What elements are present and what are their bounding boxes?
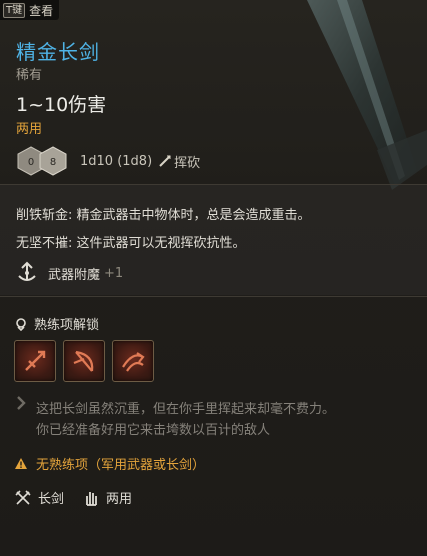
slash-action-icon[interactable] [14,340,56,382]
slashing-icon [159,155,171,167]
mastery-icon [16,317,26,331]
enchantment-label: 武器附魔 [48,267,101,283]
weapon-enchantment: 武器附魔 +1 [14,260,123,286]
hand-icon [86,491,97,506]
damage-roll-row: 0 8 1d10 (1d8) 挥砍 [16,146,200,176]
inspect-label: 查看 [29,3,54,18]
item-damage: 1~10伤害 [16,94,107,116]
dice-right-face: 8 [50,157,56,168]
quote-icon [17,396,26,410]
damage-type: 挥砍 [174,155,201,171]
item-handedness: 两用 [16,122,43,137]
enchantment-count: +1 [104,265,124,281]
proficiency-warning: 无熟练项（军用武器或长剑） [14,454,205,473]
item-rarity: 稀有 [16,68,43,83]
longsword-icon [15,489,31,505]
inspect-hint[interactable]: T键 查看 [0,0,60,20]
mastery-label: 熟练项解锁 [34,318,100,333]
warning-icon [15,458,27,469]
flavor-text: 这把长剑虽然沉重，但在你手里挥起来却毫不费力。 你已经准备好用它来击垮数以百计的… [36,399,416,441]
weapon-type: 长剑 [38,492,65,507]
dice-left-face: 0 [28,157,34,168]
cleave-action-icon[interactable] [112,340,154,382]
keybind-badge: T键 [3,2,26,18]
passive-unbreakable: 无坚不摧: 这件武器可以无视挥砍抗性。 [16,236,246,251]
enchantment-icon [18,261,36,281]
mastery-actions [14,340,154,382]
flavor-line-1: 这把长剑虽然沉重，但在你手里挥起来却毫不费力。 [36,402,336,417]
weapon-properties: 长剑 两用 [14,488,132,507]
bow-action-icon[interactable] [63,340,105,382]
passive-adamantine: 削铁斩金: 精金武器击中物体时，总是会造成重击。 [16,208,311,223]
damage-roll: 1d10 (1d8) [80,153,153,169]
dice-icon: 0 8 [17,146,67,176]
hand-type: 两用 [106,492,133,507]
divider [0,296,427,297]
item-tooltip: T键 查看 精金长剑 稀有 1~10伤害 两用 0 8 1d10 (1d8) 挥… [0,0,427,556]
warning-text: 无熟练项（军用武器或长剑） [36,458,206,473]
mastery-header: 熟练项解锁 [14,314,99,333]
item-name: 精金长剑 [16,40,100,64]
flavor-line-2: 你已经准备好用它来击垮数以百计的敌人 [36,423,271,438]
